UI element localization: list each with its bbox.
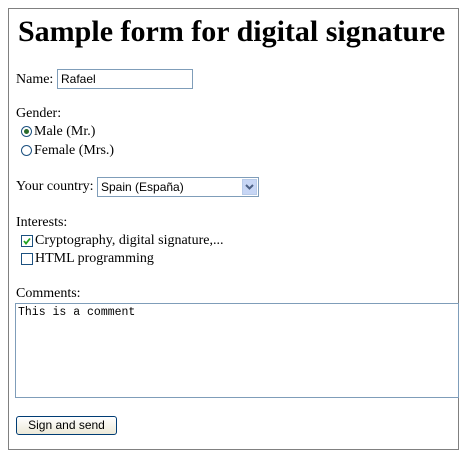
gender-option-female[interactable]: Female (Mrs.) [20, 143, 140, 159]
female-radio[interactable] [21, 145, 32, 156]
html-checkbox[interactable] [21, 253, 33, 265]
page-title: Sample form for digital signature [18, 15, 446, 48]
checkmark-icon [23, 237, 31, 245]
comments-textarea[interactable]: This is a comment [15, 303, 459, 398]
interest-option-crypto[interactable]: Cryptography, digital signature,... [20, 233, 240, 249]
interests-label: Interests: [16, 215, 68, 230]
crypto-label: Cryptography, digital signature,... [35, 233, 224, 248]
name-label: Name: [16, 72, 54, 87]
country-select[interactable]: Spain (España) [97, 177, 259, 197]
html-label: HTML programming [35, 251, 154, 266]
country-selected-value: Spain (España) [101, 180, 184, 194]
gender-label: Gender: [16, 106, 62, 121]
radio-selected-dot [24, 129, 29, 134]
sign-and-send-button[interactable]: Sign and send [16, 416, 117, 435]
country-label: Your country: [16, 179, 94, 194]
form-container: Sample form for digital signature Name: … [8, 8, 459, 450]
male-radio[interactable] [21, 126, 32, 137]
interest-option-html[interactable]: HTML programming [20, 251, 180, 267]
comments-label: Comments: [16, 286, 81, 301]
chevron-down-icon[interactable] [242, 179, 257, 195]
male-label: Male (Mr.) [34, 124, 96, 139]
name-input[interactable]: Rafael [57, 69, 193, 89]
gender-option-male[interactable]: Male (Mr.) [20, 124, 140, 140]
female-label: Female (Mrs.) [34, 143, 115, 158]
crypto-checkbox[interactable] [21, 235, 33, 247]
